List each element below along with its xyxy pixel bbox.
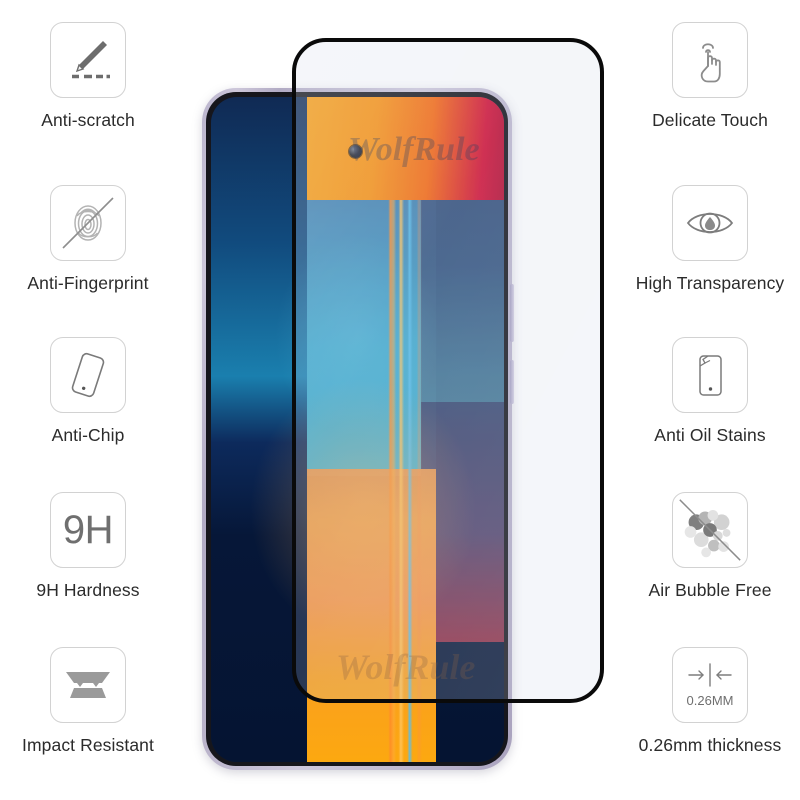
- feature-anti-chip: Anti-Chip: [0, 337, 183, 445]
- feature-anti-fingerprint: Anti-Fingerprint: [0, 185, 183, 293]
- feature-label: 0.26mm thickness: [638, 735, 782, 755]
- feature-anti-scratch: Anti-scratch: [0, 22, 183, 130]
- cracked-phone-icon: [672, 337, 748, 413]
- feature-label: Anti-Chip: [51, 425, 125, 445]
- feature-label: High Transparency: [635, 273, 785, 293]
- feature-air-bubble-free: Air Bubble Free: [615, 492, 800, 600]
- tilted-phone-icon: [50, 337, 126, 413]
- thickness-arrows-icon: 0.26MM: [672, 647, 748, 723]
- feature-label: Delicate Touch: [652, 110, 768, 130]
- feature-label: Anti-scratch: [41, 110, 135, 130]
- volume-button[interactable]: [510, 284, 514, 342]
- wallpaper-glow: [210, 96, 504, 762]
- phone-with-screen-protector: WolfRule WolfRule: [196, 28, 606, 770]
- feature-label: Anti-Fingerprint: [27, 273, 149, 293]
- phone-bezel: [206, 92, 508, 766]
- phone-screen: [210, 96, 504, 762]
- eye-icon: [672, 185, 748, 261]
- phone-body: [202, 88, 514, 770]
- bubbles-crossed-icon: [672, 492, 748, 568]
- feature-anti-oil-stains: Anti Oil Stains: [615, 337, 800, 445]
- layered-plates-icon: [50, 647, 126, 723]
- feature-impact-resistant: Impact Resistant: [0, 647, 183, 755]
- feature-column-left: Anti-scratch Anti-Fingerprint Anti-Chip …: [0, 0, 183, 800]
- knife-scratch-icon: [50, 22, 126, 98]
- hardness-icon-text: 9H: [62, 507, 114, 552]
- feature-label: Anti Oil Stains: [654, 425, 766, 445]
- feature-delicate-touch: Delicate Touch: [615, 22, 800, 130]
- feature-high-transparency: High Transparency: [615, 185, 800, 293]
- feature-column-right: Delicate Touch High Transparency Anti Oi…: [615, 0, 800, 800]
- feature-thickness: 0.26MM 0.26mm thickness: [615, 647, 800, 755]
- front-camera-punch-hole: [349, 144, 363, 158]
- feature-9h-hardness: 9H 9H Hardness: [0, 492, 183, 600]
- fingerprint-crossed-icon: [50, 185, 126, 261]
- hardness-9h-icon: 9H: [50, 492, 126, 568]
- feature-label: Air Bubble Free: [648, 580, 772, 600]
- feature-label: Impact Resistant: [22, 735, 154, 755]
- product-feature-poster: Anti-scratch Anti-Fingerprint Anti-Chip …: [0, 0, 800, 800]
- power-button[interactable]: [510, 360, 514, 404]
- touch-hand-icon: [672, 22, 748, 98]
- thickness-icon-text: 0.26MM: [686, 693, 734, 708]
- feature-label: 9H Hardness: [36, 580, 140, 600]
